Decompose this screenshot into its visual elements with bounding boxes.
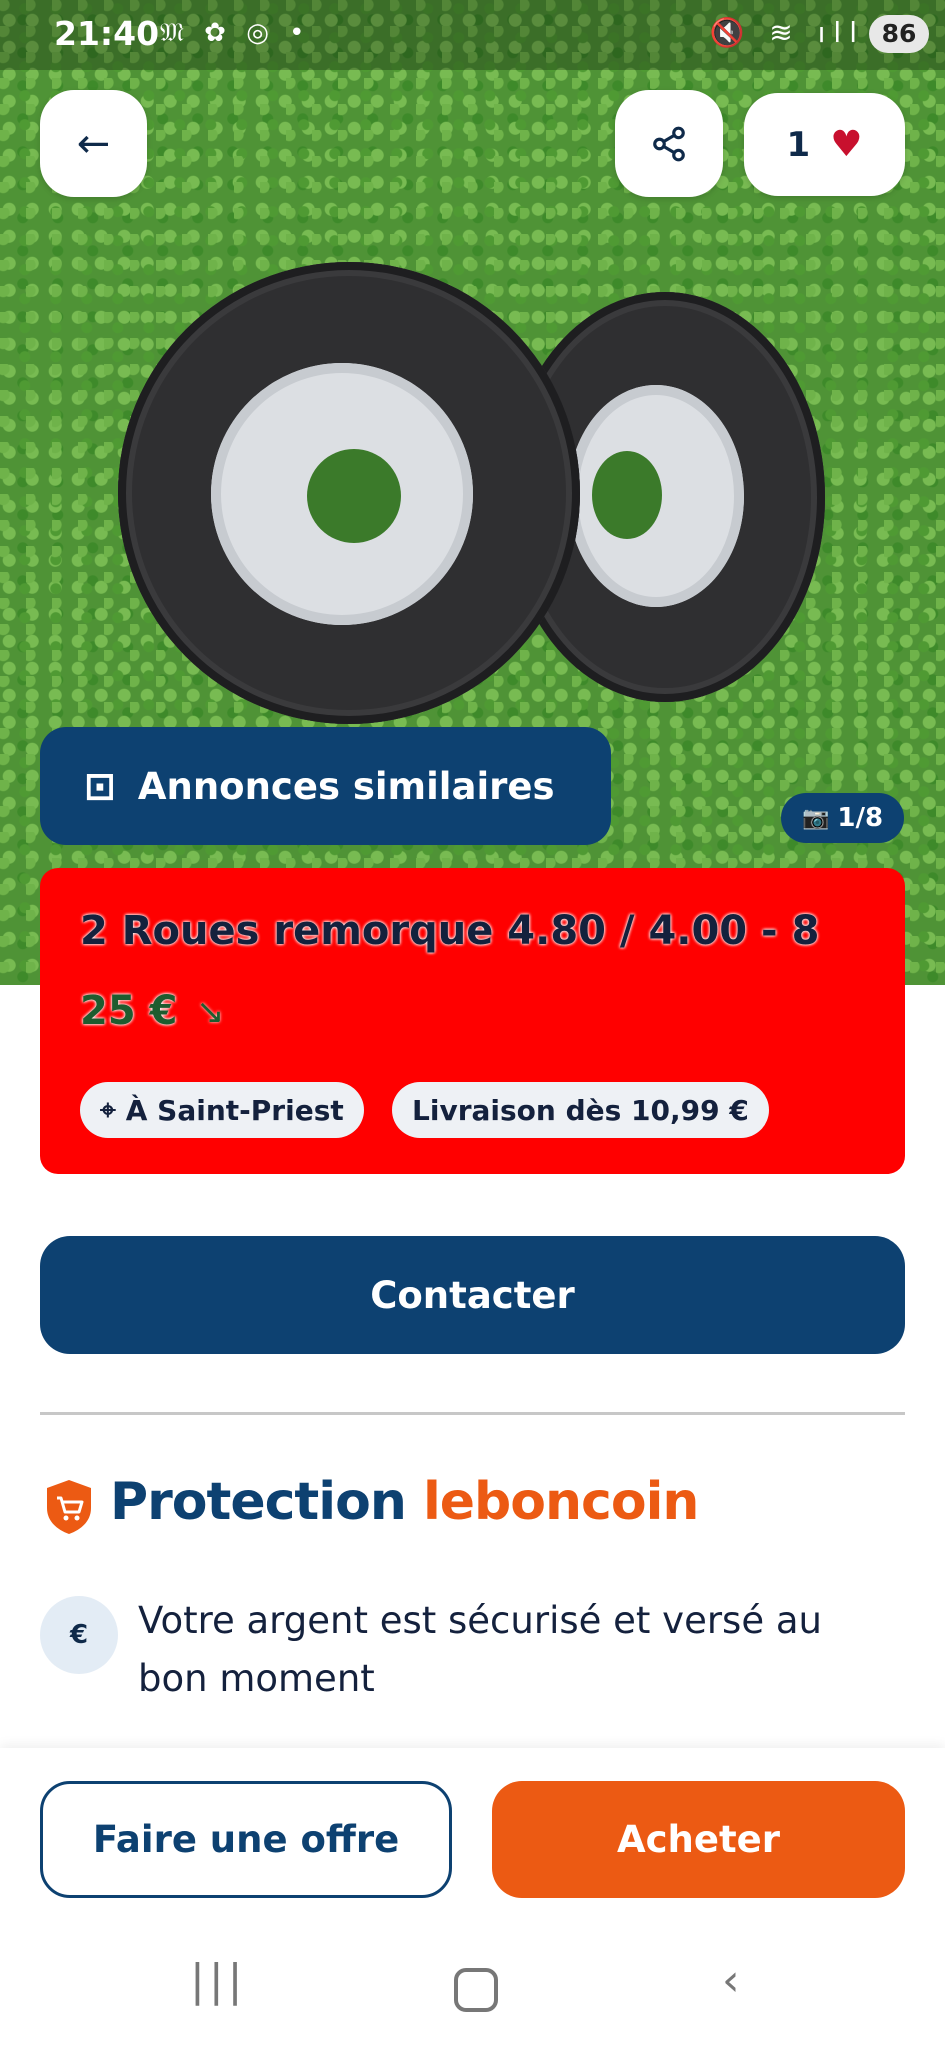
- heart-icon: ♥: [830, 124, 863, 165]
- location-icon: ⌖: [100, 1093, 116, 1126]
- photo-counter: 📷 1/8: [781, 793, 904, 843]
- system-icons: 🔇 ≋ ıll: [709, 16, 865, 49]
- favorites-count: 1: [786, 124, 811, 165]
- listing-price: 25 €: [80, 988, 178, 1034]
- photo-counter-label: 1/8: [837, 803, 884, 833]
- price-trend-icon: ↘: [196, 992, 225, 1032]
- hub-image-left: [307, 449, 401, 543]
- similar-listings-button[interactable]: ⊡ Annonces similaires: [40, 727, 611, 845]
- shield-euro-icon: €: [40, 1596, 118, 1674]
- home-button[interactable]: [454, 1968, 498, 2012]
- system-back-button[interactable]: ‹: [722, 1955, 740, 2006]
- location-chip[interactable]: ⌖ À Saint-Priest: [80, 1082, 364, 1138]
- shopping-cart-shield-icon: [47, 1480, 91, 1534]
- similar-listings-label: Annonces similaires: [137, 764, 555, 808]
- protection-title-word: Protection: [110, 1472, 407, 1532]
- listing-title: 2 Roues remorque 4.80 / 4.00 - 8: [80, 908, 820, 954]
- camera-icon: 📷: [801, 805, 830, 831]
- arrow-left-icon: ←: [76, 120, 111, 167]
- buy-button[interactable]: Acheter: [492, 1781, 905, 1898]
- hub-image-right: [592, 451, 662, 539]
- location-label: À Saint-Priest: [125, 1093, 344, 1127]
- shipping-chip[interactable]: Livraison dès 10,99 €: [392, 1082, 769, 1138]
- recent-apps-button[interactable]: |||: [190, 1955, 246, 2006]
- back-button[interactable]: ←: [40, 90, 147, 197]
- protection-title: Protection leboncoin: [110, 1472, 699, 1532]
- make-offer-button[interactable]: Faire une offre: [40, 1781, 452, 1898]
- notification-icons: 𝔐 ✿ ◎ •: [160, 18, 311, 48]
- protection-feature-text: Votre argent est sécurisé et versé au bo…: [138, 1599, 822, 1700]
- share-icon: [653, 126, 685, 161]
- favorite-button[interactable]: 1 ♥: [744, 93, 905, 196]
- brand-name: leboncoin: [422, 1472, 699, 1532]
- visual-search-icon: ⊡: [84, 764, 116, 808]
- battery-indicator: 86: [869, 15, 929, 53]
- status-time: 21:40: [54, 14, 160, 53]
- shipping-label: Livraison dès 10,99 €: [412, 1093, 749, 1127]
- contact-button[interactable]: Contacter: [40, 1236, 905, 1354]
- share-button[interactable]: [615, 90, 723, 197]
- section-divider: [40, 1412, 905, 1415]
